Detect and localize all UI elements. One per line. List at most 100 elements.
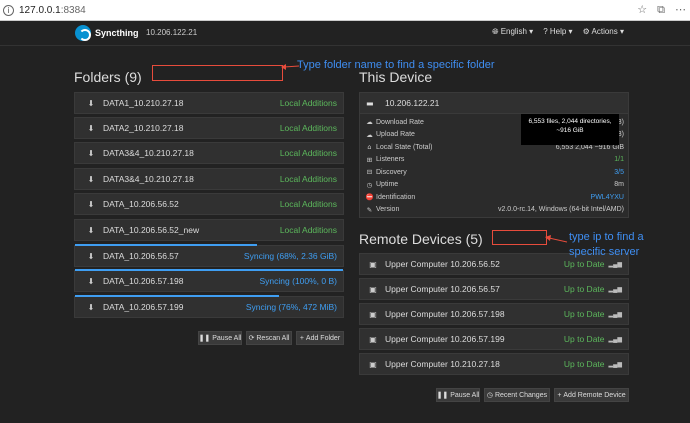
discovery-icon: ⊟ — [366, 168, 373, 176]
add-remote-device-button[interactable]: + Add Remote Device — [554, 388, 629, 402]
rescan-all-button[interactable]: ⟳ Rescan All — [246, 331, 292, 345]
device-stat-label: Discovery — [376, 168, 407, 176]
folder-row[interactable]: ⬇ DATA_10.206.57.198 Syncing (100%, 0 B) — [74, 269, 344, 292]
info-icon[interactable]: i — [3, 4, 14, 16]
folder-label: DATA1_10.210.27.18 — [103, 98, 184, 108]
device-search-box[interactable] — [492, 230, 547, 245]
globe-icon: 🌐︎ — [492, 27, 501, 36]
folder-label: DATA_10.206.56.52 — [103, 199, 179, 209]
this-device-header[interactable]: ▬ 10.206.122.21 — [359, 92, 629, 114]
rescan-all-label: Rescan All — [256, 334, 290, 342]
folder-row[interactable]: ⬇ DATA1_10.210.27.18 Local Additions — [74, 92, 344, 114]
add-remote-label: Add Remote Device — [563, 391, 626, 399]
listeners-icon: ⊞ — [366, 155, 373, 164]
folder-download-icon: ⬇ — [87, 302, 95, 312]
remote-device-label: Upper Computer 10.206.57.198 — [385, 309, 505, 319]
folder-row[interactable]: ⬇ DATA3&4_10.210.27.18 Local Additions — [74, 168, 344, 190]
folder-search-box[interactable] — [152, 65, 283, 81]
home-icon: ⌂ — [367, 143, 372, 151]
brand[interactable]: Syncthing — [75, 25, 139, 41]
recent-changes-button[interactable]: ◷ Recent Changes — [484, 388, 550, 402]
folder-status: Syncing (76%, 472 MiB) — [245, 302, 337, 312]
nav-device-name: 10.206.122.21 — [146, 28, 198, 37]
url-host: 127.0.0.1 — [19, 4, 61, 16]
folder-status: Local Additions — [279, 174, 337, 184]
remote-device-status: Up to Date — [563, 284, 605, 294]
this-device-name: 10.206.122.21 — [385, 98, 440, 108]
help-menu[interactable]: ? Help ▾ — [543, 27, 572, 37]
device-stat-value: v2.0.0-rc.14, Windows (64-bit Intel/AMD) — [497, 206, 624, 213]
browser-address-bar[interactable]: i 127.0.0.1:8384 ☆ ⧉ ⋯ — [0, 0, 690, 21]
brand-name: Syncthing — [95, 28, 139, 38]
local-state-tooltip: 6,553 files, 2,044 directories, ~916 GiB — [521, 114, 619, 145]
add-folder-label: Add Folder — [305, 334, 341, 342]
signal-bars-icon: ▂▄▆ — [608, 286, 622, 293]
folder-hint-arrow — [281, 64, 300, 70]
device-stat-row: ✎ Version v2.0.0-rc.14, Windows (64-bit In… — [365, 204, 627, 216]
remote-device-row[interactable]: ▣ Upper Computer 10.206.57.199 Up to Date ▂… — [359, 328, 629, 350]
folder-status: Local Additions — [279, 123, 337, 133]
pause-all-label: Pause All — [212, 334, 242, 342]
computer-icon: ▣ — [369, 334, 377, 344]
device-stat-label: Identification — [376, 193, 416, 201]
device-stat-value[interactable]: PWL4YXU — [591, 194, 624, 201]
device-stat-row: ◷ Uptime 8m — [365, 179, 627, 191]
folder-download-icon: ⬇ — [87, 199, 95, 209]
browser-menu-icon[interactable]: ⋯ — [675, 3, 686, 17]
qrcode-icon: ⛔ — [365, 193, 374, 201]
folder-download-icon: ⬇ — [87, 276, 95, 286]
folder-row[interactable]: ⬇ DATA3&4_10.210.27.18 Local Additions — [74, 142, 344, 164]
language-menu[interactable]: 🌐︎ English ▾ — [492, 27, 533, 37]
folder-row[interactable]: ⬇ DATA_10.206.56.52_new Local Additions — [74, 219, 344, 241]
folder-row[interactable]: ⬇ DATA_10.206.56.57 Syncing (68%, 2.36 GiB… — [74, 244, 344, 267]
folder-label: DATA3&4_10.210.27.18 — [103, 174, 194, 184]
add-folder-button[interactable]: + Add Folder — [296, 331, 344, 345]
pause-icon: ❚❚ — [436, 392, 451, 399]
folder-status: Local Additions — [279, 225, 337, 235]
device-stat-value: 1/1 — [614, 156, 624, 163]
tag-icon: ✎ — [366, 205, 373, 214]
computer-icon: ▣ — [369, 259, 377, 269]
folder-row[interactable]: ⬇ DATA_10.206.57.199 Syncing (76%, 472 MiB… — [74, 295, 344, 318]
actions-menu[interactable]: ⚙ Actions ▾ — [583, 27, 624, 37]
folder-status: Local Additions — [279, 98, 337, 108]
device-stat-row: ⊞ Listeners 1/1 — [365, 154, 627, 166]
device-stat-label: Upload Rate — [376, 131, 415, 138]
folder-download-icon: ⬇ — [87, 123, 95, 133]
this-device-title: This Device — [359, 69, 433, 85]
sync-progress-bar — [75, 244, 258, 246]
star-icon[interactable]: ☆ — [637, 3, 647, 17]
url-text[interactable]: 127.0.0.1:8384 — [19, 5, 86, 16]
folder-download-icon: ⬇ — [87, 251, 95, 261]
signal-bars-icon: ▂▄▆ — [608, 361, 622, 368]
collections-icon[interactable]: ⧉ — [657, 3, 665, 17]
navbar: Syncthing 10.206.122.21 🌐︎ English ▾ ? H… — [0, 21, 690, 46]
remote-device-row[interactable]: ▣ Upper Computer 10.206.57.198 Up to Date ▂… — [359, 303, 629, 325]
folder-label: DATA3&4_10.210.27.18 — [103, 148, 194, 158]
computer-icon: ▣ — [369, 284, 377, 294]
pause-all-folders-button[interactable]: ❚❚ Pause All — [198, 331, 242, 345]
computer-icon: ▣ — [369, 309, 377, 319]
sync-progress-bar — [75, 269, 343, 271]
device-stat-value: 3/5 — [614, 168, 624, 176]
folder-download-icon: ⬇ — [87, 148, 95, 158]
folder-status: Syncing (68%, 2.36 GiB) — [243, 251, 337, 261]
remote-device-label: Upper Computer 10.210.27.18 — [385, 359, 500, 369]
url-port: :8384 — [60, 4, 86, 16]
remote-device-row[interactable]: ▣ Upper Computer 10.206.56.57 Up to Date ▂▄… — [359, 278, 629, 300]
question-icon: ? — [543, 27, 550, 36]
folder-label: DATA_10.206.57.198 — [103, 276, 184, 286]
signal-bars-icon: ▂▄▆ — [608, 261, 622, 268]
folder-row[interactable]: ⬇ DATA2_10.210.27.18 Local Additions — [74, 117, 344, 139]
folder-download-icon: ⬇ — [87, 225, 95, 235]
remote-device-label: Upper Computer 10.206.56.52 — [385, 259, 500, 269]
help-label: Help — [549, 27, 567, 36]
folder-row[interactable]: ⬇ DATA_10.206.56.52 Local Additions — [74, 193, 344, 215]
remote-device-row[interactable]: ▣ Upper Computer 10.210.27.18 Up to Date ▂▄… — [359, 353, 629, 375]
remote-device-status: Up to Date — [563, 334, 605, 344]
pause-all-devices-button[interactable]: ❚❚ Pause All — [436, 388, 480, 402]
tooltip-line2: ~916 GiB — [556, 127, 584, 134]
pause-all-devices-label: Pause All — [450, 391, 480, 399]
device-stat-label: Listeners — [376, 156, 405, 163]
remote-device-label: Upper Computer 10.206.56.57 — [385, 284, 500, 294]
